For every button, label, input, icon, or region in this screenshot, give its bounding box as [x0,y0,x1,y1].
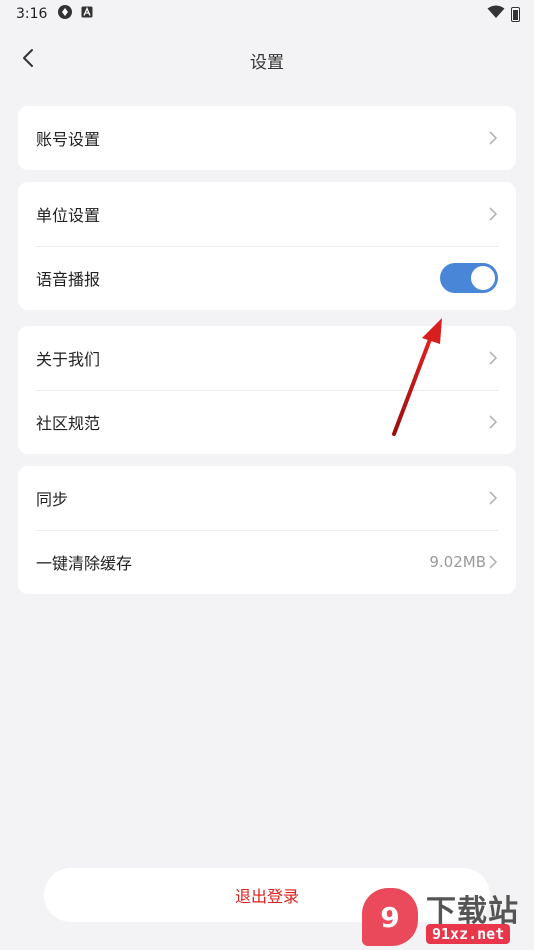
logout-button[interactable]: 退出登录 [44,868,490,922]
status-right [487,5,520,23]
status-time: 3:16 [16,6,48,22]
cache-size: 9.02MB [429,553,486,571]
chevron-right-icon [488,349,498,367]
watermark-url: 91xz.net [426,924,511,944]
row-label: 同步 [36,490,69,509]
settings-group-sync: 同步 一键清除缓存 9.02MB [18,466,516,594]
nav-bar: 设置 [0,38,534,78]
a-notification-icon [81,6,93,22]
voice-broadcast-toggle[interactable] [440,263,498,293]
chevron-right-icon [488,129,498,147]
row-community-rules[interactable]: 社区规范 [18,390,516,454]
chevron-right-icon [488,205,498,223]
toggle-knob [471,266,495,290]
row-label: 一键清除缓存 [36,554,133,573]
settings-group-about: 关于我们 社区规范 [18,326,516,454]
chevron-right-icon [488,413,498,431]
row-label: 语音播报 [36,270,101,289]
row-label: 关于我们 [36,350,101,369]
settings-group-account: 账号设置 [18,106,516,170]
wifi-icon [487,5,505,23]
row-unit-settings[interactable]: 单位设置 [18,182,516,246]
row-account-settings[interactable]: 账号设置 [18,106,516,170]
row-sync[interactable]: 同步 [18,466,516,530]
page-title: 设置 [250,53,284,73]
chevron-right-icon [488,553,498,571]
row-voice-broadcast: 语音播报 [18,246,516,310]
row-about-us[interactable]: 关于我们 [18,326,516,390]
row-label: 账号设置 [36,130,101,149]
app-notification-icon [57,4,73,24]
row-label: 单位设置 [36,206,101,225]
battery-icon [511,6,520,22]
chevron-right-icon [488,489,498,507]
row-label: 社区规范 [36,414,101,433]
row-clear-cache[interactable]: 一键清除缓存 9.02MB [18,530,516,594]
status-bar: 3:16 [0,0,534,28]
settings-group-unit: 单位设置 语音播报 [18,182,516,310]
